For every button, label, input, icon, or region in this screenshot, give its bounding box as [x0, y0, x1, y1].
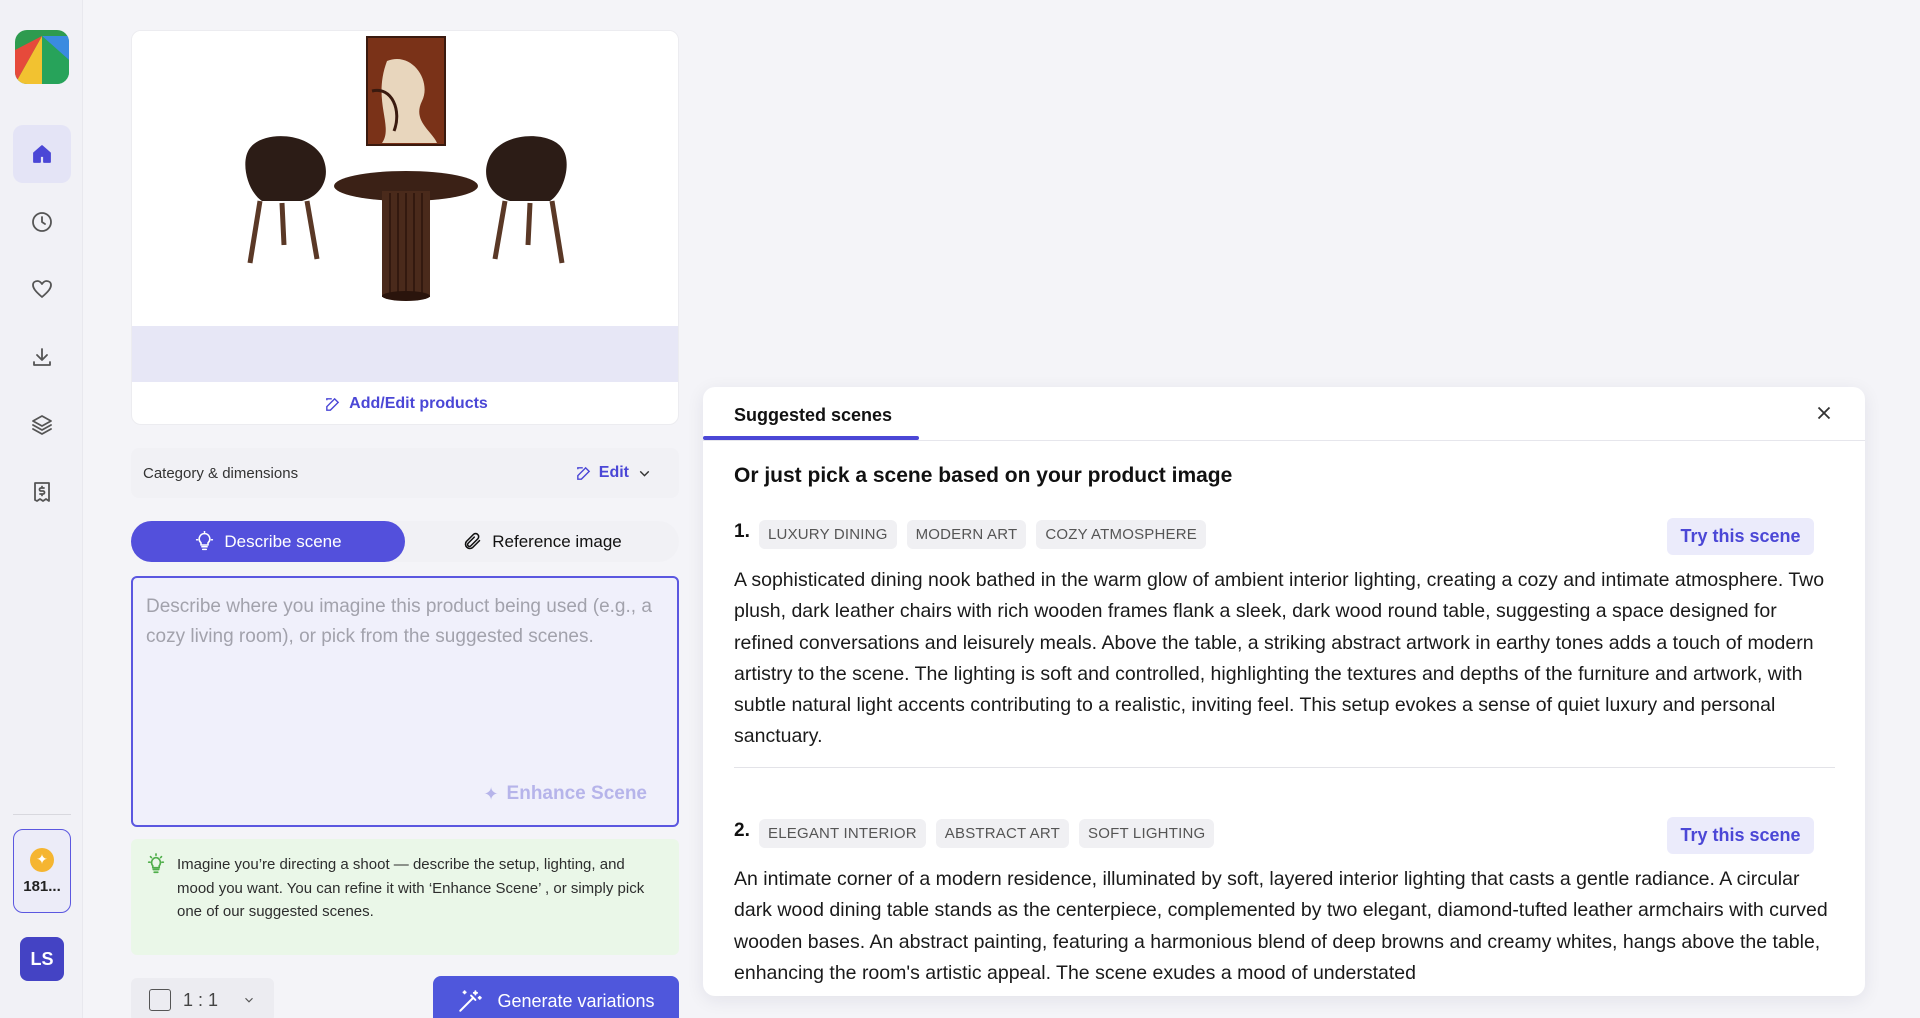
scene-tag: ELEGANT INTERIOR — [759, 819, 926, 848]
tab-suggested-scenes[interactable]: Suggested scenes — [734, 405, 892, 426]
active-tab-indicator — [703, 436, 919, 440]
heart-icon — [32, 280, 52, 298]
chevron-down-icon — [639, 470, 650, 477]
category-dimensions-row[interactable]: Category & dimensions Edit — [131, 448, 679, 498]
try-this-scene-button[interactable]: Try this scene — [1667, 518, 1814, 555]
download-icon — [33, 348, 51, 366]
nav-billing[interactable] — [13, 463, 71, 521]
reference-image-tab[interactable]: Reference image — [405, 521, 679, 562]
history-clock-icon — [32, 212, 52, 232]
generate-variations-label: Generate variations — [497, 990, 655, 1011]
category-dimensions-label: Category & dimensions — [143, 464, 299, 482]
scene-tags: ELEGANT INTERIOR ABSTRACT ART SOFT LIGHT… — [759, 819, 1215, 848]
scene-number: 1. — [734, 521, 750, 542]
scene-tag: MODERN ART — [906, 520, 1027, 549]
product-card: Add/Edit products — [131, 30, 679, 425]
chevron-down-icon — [245, 997, 253, 1003]
reference-image-label: Reference image — [492, 531, 622, 551]
edit-icon — [326, 397, 340, 411]
credits-value: 181... — [23, 877, 61, 895]
scene-number: 2. — [734, 820, 750, 841]
user-avatar[interactable]: LS — [20, 937, 64, 981]
enhance-scene-button[interactable]: ✦ Enhance Scene — [483, 783, 647, 805]
scene-description-box: ✦ Enhance Scene — [131, 576, 679, 827]
sidebar-divider — [13, 814, 71, 815]
app-logo[interactable] — [15, 30, 69, 84]
describe-scene-label: Describe scene — [224, 531, 342, 551]
close-icon[interactable] — [1813, 402, 1835, 424]
sidebar: ✦ 181... LS — [0, 0, 83, 1018]
try-this-scene-button[interactable]: Try this scene — [1667, 817, 1814, 854]
suggested-scenes-header: Suggested scenes — [703, 387, 1865, 441]
scene-tag: LUXURY DINING — [759, 520, 897, 549]
credit-coin-icon: ✦ — [30, 847, 54, 872]
enhance-scene-label: Enhance Scene — [506, 783, 647, 804]
lightbulb-icon — [147, 853, 165, 874]
product-thumbnail-band — [132, 326, 678, 382]
nav-favorites[interactable] — [13, 260, 71, 318]
scene-description: An intimate corner of a modern residence… — [734, 868, 1828, 984]
scene-tag: SOFT LIGHTING — [1079, 819, 1215, 848]
suggested-scenes-panel: Suggested scenes Or just pick a scene ba… — [703, 387, 1865, 996]
scene-builder-panel: Add/Edit products Category & dimensions … — [131, 30, 679, 1018]
magic-wand-icon — [459, 990, 483, 1012]
tip-banner: Imagine you’re directing a shoot — descr… — [131, 839, 679, 955]
product-image — [132, 31, 678, 326]
layers-icon — [32, 415, 52, 435]
billing-receipt-icon — [34, 482, 50, 502]
credits-badge[interactable]: ✦ 181... — [13, 829, 71, 913]
category-edit-label: Edit — [598, 464, 629, 481]
sparkle-icon: ✦ — [483, 783, 499, 804]
scene-tags: LUXURY DINING MODERN ART COZY ATMOSPHERE — [759, 520, 1206, 549]
suggested-scenes-heading: Or just pick a scene based on your produ… — [734, 464, 1233, 487]
nav-downloads[interactable] — [13, 328, 71, 386]
aspect-ratio-select[interactable]: 1 : 1 — [131, 978, 274, 1018]
describe-scene-tab[interactable]: Describe scene — [131, 521, 405, 562]
nav-layers[interactable] — [13, 395, 71, 453]
edit-icon — [576, 466, 590, 480]
add-edit-products-label: Add/Edit products — [349, 395, 488, 412]
tip-text: Imagine you’re directing a shoot — descr… — [177, 856, 645, 920]
scene-mode-toggle: Describe scene Reference image — [131, 521, 679, 562]
scene-tag: COZY ATMOSPHERE — [1036, 520, 1206, 549]
scene-description-input[interactable] — [146, 592, 664, 752]
suggested-scenes-list: Or just pick a scene based on your produ… — [734, 441, 1835, 996]
scene-tag: ABSTRACT ART — [935, 819, 1070, 848]
scene-description: A sophisticated dining nook bathed in th… — [734, 569, 1825, 748]
nav-home[interactable] — [13, 125, 71, 183]
nav-history[interactable] — [13, 193, 71, 251]
aspect-ratio-value: 1 : 1 — [183, 989, 219, 1010]
lightbulb-icon — [196, 531, 214, 551]
add-edit-products-button[interactable]: Add/Edit products — [132, 382, 678, 424]
paperclip-icon — [464, 532, 481, 550]
category-edit-button[interactable]: Edit — [575, 464, 667, 482]
square-ratio-icon — [149, 989, 171, 1011]
scene-divider — [734, 767, 1835, 768]
generate-variations-button[interactable]: Generate variations — [433, 976, 679, 1018]
home-icon — [33, 145, 51, 163]
